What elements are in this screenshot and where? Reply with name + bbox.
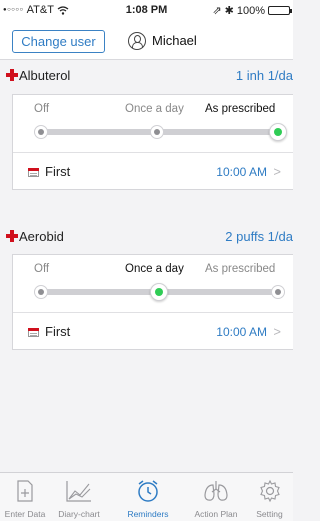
- tab-label: Setting: [256, 509, 283, 519]
- user-name: Michael: [152, 33, 197, 48]
- medication-dose[interactable]: 2 puffs 1/da: [225, 229, 293, 244]
- slider-stop-off[interactable]: [34, 285, 48, 299]
- medication-card: Off Once a day As prescribed First 10:00…: [12, 254, 293, 350]
- tab-label: Action Plan: [194, 509, 238, 519]
- enter-data-icon: [17, 480, 33, 502]
- gear-icon: [259, 479, 280, 503]
- tab-label: Enter Data: [4, 509, 46, 519]
- tab-enter-data[interactable]: Enter Data: [0, 473, 50, 521]
- tab-setting[interactable]: Setting: [246, 473, 293, 521]
- chevron-right-icon: >: [273, 164, 281, 179]
- calendar-icon: [28, 328, 39, 337]
- frequency-option-off: Off: [34, 103, 50, 115]
- lungs-icon: [204, 481, 228, 501]
- status-bar: ●○○○○ AT&T 1:08 PM ⇗ ✱ 100%: [0, 0, 293, 20]
- medication-name: Aerobid: [19, 229, 64, 244]
- slider-knob-selected[interactable]: [150, 283, 168, 301]
- reminder-time-row[interactable]: First 10:00 AM >: [13, 312, 293, 349]
- reminder-time: 10:00 AM: [216, 165, 267, 179]
- tab-reminders[interactable]: Reminders: [108, 473, 188, 521]
- frequency-option-once-a-day: Once a day: [125, 263, 184, 275]
- diary-chart-icon: [66, 481, 91, 502]
- tab-label: Diary-chart: [58, 509, 100, 519]
- frequency-slider[interactable]: Off Once a day As prescribed: [13, 95, 293, 152]
- reminder-label: First: [45, 324, 71, 339]
- slider-knob-selected[interactable]: [269, 123, 287, 141]
- medication-cross-icon: [6, 69, 18, 81]
- location-bluetooth-icon: ⇗ ✱: [212, 5, 234, 17]
- frequency-slider[interactable]: Off Once a day As prescribed: [13, 255, 293, 312]
- frequency-option-as-prescribed: As prescribed: [205, 103, 276, 115]
- chevron-right-icon: >: [273, 324, 281, 339]
- medication-header: Aerobid 2 puffs 1/da: [0, 227, 293, 249]
- tab-diary-chart[interactable]: Diary-chart: [50, 473, 108, 521]
- header: Change user Michael: [0, 20, 293, 60]
- slider-stop-once-a-day[interactable]: [150, 125, 164, 139]
- medication-header: Albuterol 1 inh 1/da: [0, 66, 293, 88]
- slider-stop-off[interactable]: [34, 125, 48, 139]
- frequency-option-off: Off: [34, 263, 50, 275]
- change-user-button[interactable]: Change user: [12, 30, 105, 53]
- medication-card: Off Once a day As prescribed First 10:00…: [12, 94, 293, 190]
- tab-bar: Enter Data Diary-chart Reminders Action …: [0, 472, 293, 521]
- reminder-label: First: [45, 164, 71, 179]
- reminders-clock-icon: [138, 480, 158, 502]
- medication-dose[interactable]: 1 inh 1/da: [236, 68, 293, 83]
- battery-icon: [268, 6, 292, 15]
- reminder-time-row[interactable]: First 10:00 AM >: [13, 152, 293, 189]
- medication-cross-icon: [6, 230, 18, 242]
- slider-stop-as-prescribed[interactable]: [271, 285, 285, 299]
- battery-percent: 100%: [236, 4, 265, 17]
- calendar-icon: [28, 168, 39, 177]
- status-right: ⇗ ✱ 100%: [212, 4, 292, 17]
- tab-action-plan[interactable]: Action Plan: [186, 473, 246, 521]
- reminder-time: 10:00 AM: [216, 325, 267, 339]
- tab-label: Reminders: [127, 509, 169, 519]
- frequency-option-once-a-day: Once a day: [125, 103, 184, 115]
- user-icon: [128, 32, 146, 50]
- frequency-option-as-prescribed: As prescribed: [205, 263, 276, 275]
- medication-name: Albuterol: [19, 68, 71, 83]
